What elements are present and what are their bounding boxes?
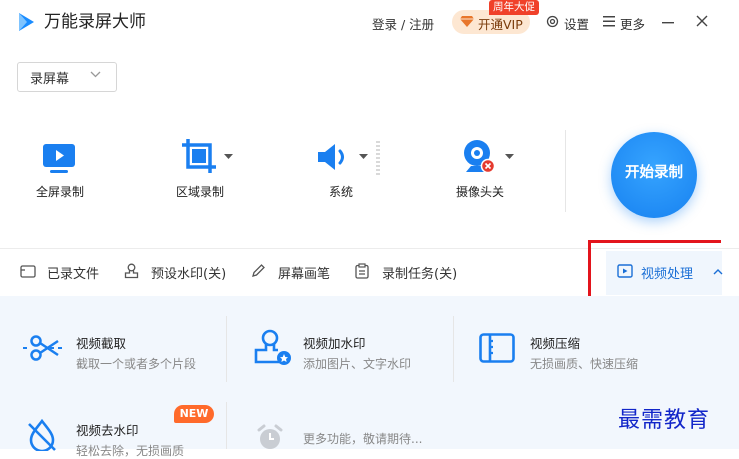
- start-record-label: 开始录制: [625, 165, 683, 181]
- feature-title: 视频加水印: [303, 336, 366, 351]
- minimize-icon[interactable]: [661, 14, 675, 30]
- webcam-label: 摄像头关: [455, 185, 504, 199]
- vip-label: 开通VIP: [478, 17, 523, 32]
- login-register-link[interactable]: 登录 / 注册: [372, 14, 434, 33]
- scissors-icon: [23, 335, 62, 361]
- pen-icon: [252, 264, 265, 277]
- monitor-play-icon: [43, 144, 75, 173]
- close-icon[interactable]: [694, 13, 710, 29]
- promo-badge: 周年大促: [489, 0, 539, 15]
- folder-icon: [20, 265, 36, 278]
- watermark-stamp-icon: [254, 329, 291, 365]
- chevron-down-icon: [90, 71, 101, 78]
- speaker-icon: [318, 144, 344, 170]
- crop-icon: [182, 139, 216, 173]
- overlay-watermark: 最需教育: [618, 408, 711, 433]
- divider: [226, 316, 227, 382]
- more-features-coming: 更多功能，敬请期待...: [303, 432, 423, 446]
- clipboard-icon: [355, 263, 369, 279]
- record-mode-value: 录屏幕: [30, 72, 70, 87]
- divider: [453, 316, 454, 382]
- compress-icon: [479, 333, 515, 363]
- recorded-files-button[interactable]: 已录文件: [47, 263, 99, 282]
- app-title: 万能录屏大师: [44, 12, 146, 32]
- area-dropdown-caret-icon[interactable]: [224, 154, 233, 160]
- screen-pen-button[interactable]: 屏幕画笔: [278, 263, 330, 282]
- settings-button[interactable]: 设置: [564, 14, 589, 33]
- settings-icon[interactable]: [546, 15, 559, 28]
- feature-desc: 轻松去除，无损画质: [76, 444, 185, 458]
- feature-desc: 添加图片、文字水印: [303, 357, 412, 371]
- menu-icon[interactable]: [603, 16, 615, 27]
- remove-watermark-icon: [28, 419, 56, 451]
- app-logo-icon: [19, 13, 34, 31]
- feature-desc: 截取一个或者多个片段: [76, 357, 197, 371]
- area-record-label: 区域录制: [175, 185, 224, 199]
- webcam-off-icon: [464, 140, 496, 174]
- system-dropdown-caret-icon[interactable]: [359, 154, 368, 160]
- preset-watermark-button[interactable]: 预设水印(关): [151, 263, 226, 282]
- feature-title: 视频压缩: [530, 336, 581, 351]
- more-button[interactable]: 更多: [620, 14, 645, 33]
- new-badge: NEW: [174, 405, 214, 423]
- feature-desc: 无损画质、快速压缩: [530, 357, 639, 371]
- divider: [226, 402, 227, 449]
- feature-title: 视频去水印: [76, 423, 139, 438]
- stamp-icon: [124, 263, 139, 279]
- highlight-box: [588, 240, 721, 300]
- alarm-clock-icon: [257, 424, 283, 449]
- webcam-dropdown-caret-icon[interactable]: [505, 154, 514, 160]
- system-audio-label: 系统: [328, 185, 353, 199]
- volume-level-meter: [376, 141, 380, 175]
- divider: [565, 130, 566, 212]
- feature-title: 视频截取: [76, 336, 127, 351]
- diamond-icon: [460, 16, 474, 27]
- record-task-button[interactable]: 录制任务(关): [382, 263, 457, 282]
- fullscreen-record-label: 全屏录制: [35, 185, 84, 199]
